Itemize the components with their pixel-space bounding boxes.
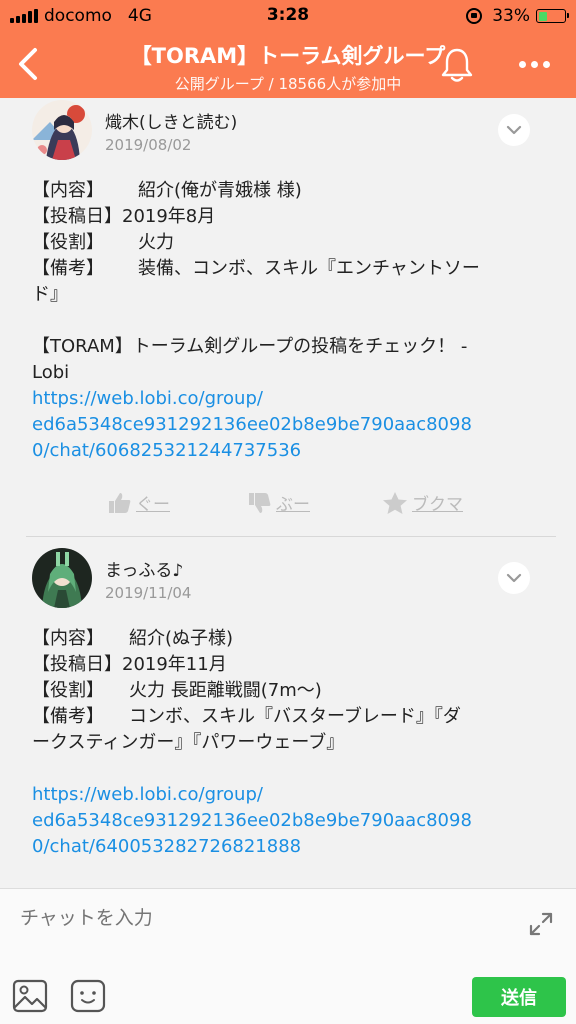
post-line: 【役割】 火力 (32, 230, 532, 256)
app-header: 【TORAM】トーラム剣グループ 公開グループ / 18566人が参加中 (0, 32, 576, 98)
thumbs-up-icon (109, 492, 131, 513)
post-menu-button[interactable] (498, 114, 530, 146)
post-line: 【内容】 紹介(俺が青娥様 様) (32, 178, 532, 204)
line-value: 紹介(ぬ子様) (129, 628, 234, 649)
battery-fill (538, 11, 547, 21)
share-text: Lobi (32, 362, 70, 383)
line-label: 【投稿日】 (32, 206, 122, 227)
post-line: 【備考】 装備、コンボ、スキル『エンチャントソー (32, 256, 532, 282)
chat-feed[interactable]: 熾木(しきと読む) 2019/08/02 【内容】 紹介(俺が青娥様 様) 【投稿… (0, 98, 576, 888)
boo-button[interactable]: ぶー (248, 490, 310, 515)
line-label: 【備考】 (32, 258, 104, 279)
notification-button[interactable] (436, 44, 478, 86)
line-value: 紹介(俺が青娥様 様) (138, 180, 302, 201)
battery-icon (536, 9, 569, 23)
star-icon (383, 491, 407, 514)
post-link[interactable]: ed6a5348ce931292136ee02b8e9be790aac8098 (32, 412, 532, 438)
thumbs-down-icon (249, 492, 271, 513)
post-line: ド』 (32, 284, 68, 305)
status-right: 33% (466, 6, 569, 26)
chevron-down-icon (506, 573, 522, 583)
chat-input[interactable] (20, 903, 500, 933)
avatar-image (32, 548, 92, 608)
author-name[interactable]: まっふる♪ (105, 556, 183, 581)
chat-post: 熾木(しきと読む) 2019/08/02 【内容】 紹介(俺が青娥様 様) 【投稿… (0, 98, 576, 538)
image-icon (12, 979, 48, 1013)
post-divider (26, 536, 556, 537)
line-value: 2019年8月 (122, 206, 216, 227)
line-value: コンボ、スキル『バスターブレード』『ダ (129, 706, 461, 727)
post-body: 【内容】 紹介(ぬ子様) 【投稿日】2019年11月 【役割】 火力 長距離戦闘(7… (32, 626, 532, 860)
good-label: ぐー (136, 495, 170, 515)
chevron-left-icon (19, 48, 37, 80)
expand-button[interactable] (526, 909, 556, 939)
rotation-lock-icon (466, 8, 483, 24)
line-label: 【内容】 (32, 180, 104, 201)
emoji-icon (70, 979, 106, 1013)
battery-percent: 33% (492, 6, 530, 26)
post-line: ークスティンガー』『パワーウェーブ』 (32, 732, 345, 753)
post-actions: ぐー ぶー ブクマ (0, 490, 576, 520)
post-link[interactable]: 0/chat/640053282726821888 (32, 834, 532, 860)
post-menu-button[interactable] (498, 562, 530, 594)
post-link[interactable]: 0/chat/606825321244737536 (32, 438, 532, 464)
line-label: 【投稿日】 (32, 654, 122, 675)
bell-icon (441, 48, 473, 82)
post-link[interactable]: https://web.lobi.co/group/ (32, 386, 532, 412)
boo-label: ぶー (276, 495, 310, 515)
chevron-down-icon (506, 125, 522, 135)
line-value: 火力 長距離戦闘(7m〜) (129, 680, 322, 701)
bookmark-label: ブクマ (412, 495, 463, 515)
line-value: 火力 (138, 232, 174, 253)
bookmark-button[interactable]: ブクマ (382, 490, 463, 515)
post-body: 【内容】 紹介(俺が青娥様 様) 【投稿日】2019年8月 【役割】 火力 【備考】… (32, 178, 532, 464)
post-line: 【備考】 コンボ、スキル『バスターブレード』『ダ (32, 704, 532, 730)
expand-icon (529, 912, 553, 936)
image-button[interactable] (12, 979, 48, 1013)
header-titles[interactable]: 【TORAM】トーラム剣グループ 公開グループ / 18566人が参加中 (80, 40, 496, 94)
post-line: 【投稿日】2019年11月 (32, 652, 532, 678)
author-name[interactable]: 熾木(しきと読む) (105, 108, 237, 133)
avatar[interactable] (32, 100, 92, 160)
more-dots-icon (518, 60, 526, 68)
avatar-image (32, 100, 92, 160)
status-bar: docomo 4G 3:28 33% (0, 0, 576, 32)
post-date: 2019/08/02 (105, 136, 192, 154)
chat-post: まっふる♪ 2019/11/04 【内容】 紹介(ぬ子様) 【投稿日】2019年1… (0, 538, 576, 888)
share-text: 【TORAM】トーラム剣グループの投稿をチェック！ - (32, 336, 468, 357)
avatar[interactable] (32, 548, 92, 608)
post-link[interactable]: https://web.lobi.co/group/ (32, 782, 532, 808)
chat-composer: 送信 (0, 888, 576, 1024)
post-line: 【投稿日】2019年8月 (32, 204, 532, 230)
stamp-button[interactable] (70, 979, 106, 1013)
good-button[interactable]: ぐー (108, 490, 170, 515)
back-button[interactable] (8, 44, 48, 84)
line-value: 2019年11月 (122, 654, 227, 675)
line-value: 装備、コンボ、スキル『エンチャントソー (138, 258, 480, 279)
line-label: 【内容】 (32, 628, 104, 649)
line-label: 【備考】 (32, 706, 104, 727)
line-label: 【役割】 (32, 680, 104, 701)
more-button[interactable] (510, 46, 558, 82)
group-title: 【TORAM】トーラム剣グループ (130, 44, 446, 68)
group-subtitle: 公開グループ / 18566人が参加中 (174, 75, 402, 93)
line-label: 【役割】 (32, 232, 104, 253)
post-date: 2019/11/04 (105, 584, 192, 602)
post-line: 【役割】 火力 長距離戦闘(7m〜) (32, 678, 532, 704)
post-line: 【内容】 紹介(ぬ子様) (32, 626, 532, 652)
send-button[interactable]: 送信 (472, 977, 566, 1017)
post-link[interactable]: ed6a5348ce931292136ee02b8e9be790aac8098 (32, 808, 532, 834)
